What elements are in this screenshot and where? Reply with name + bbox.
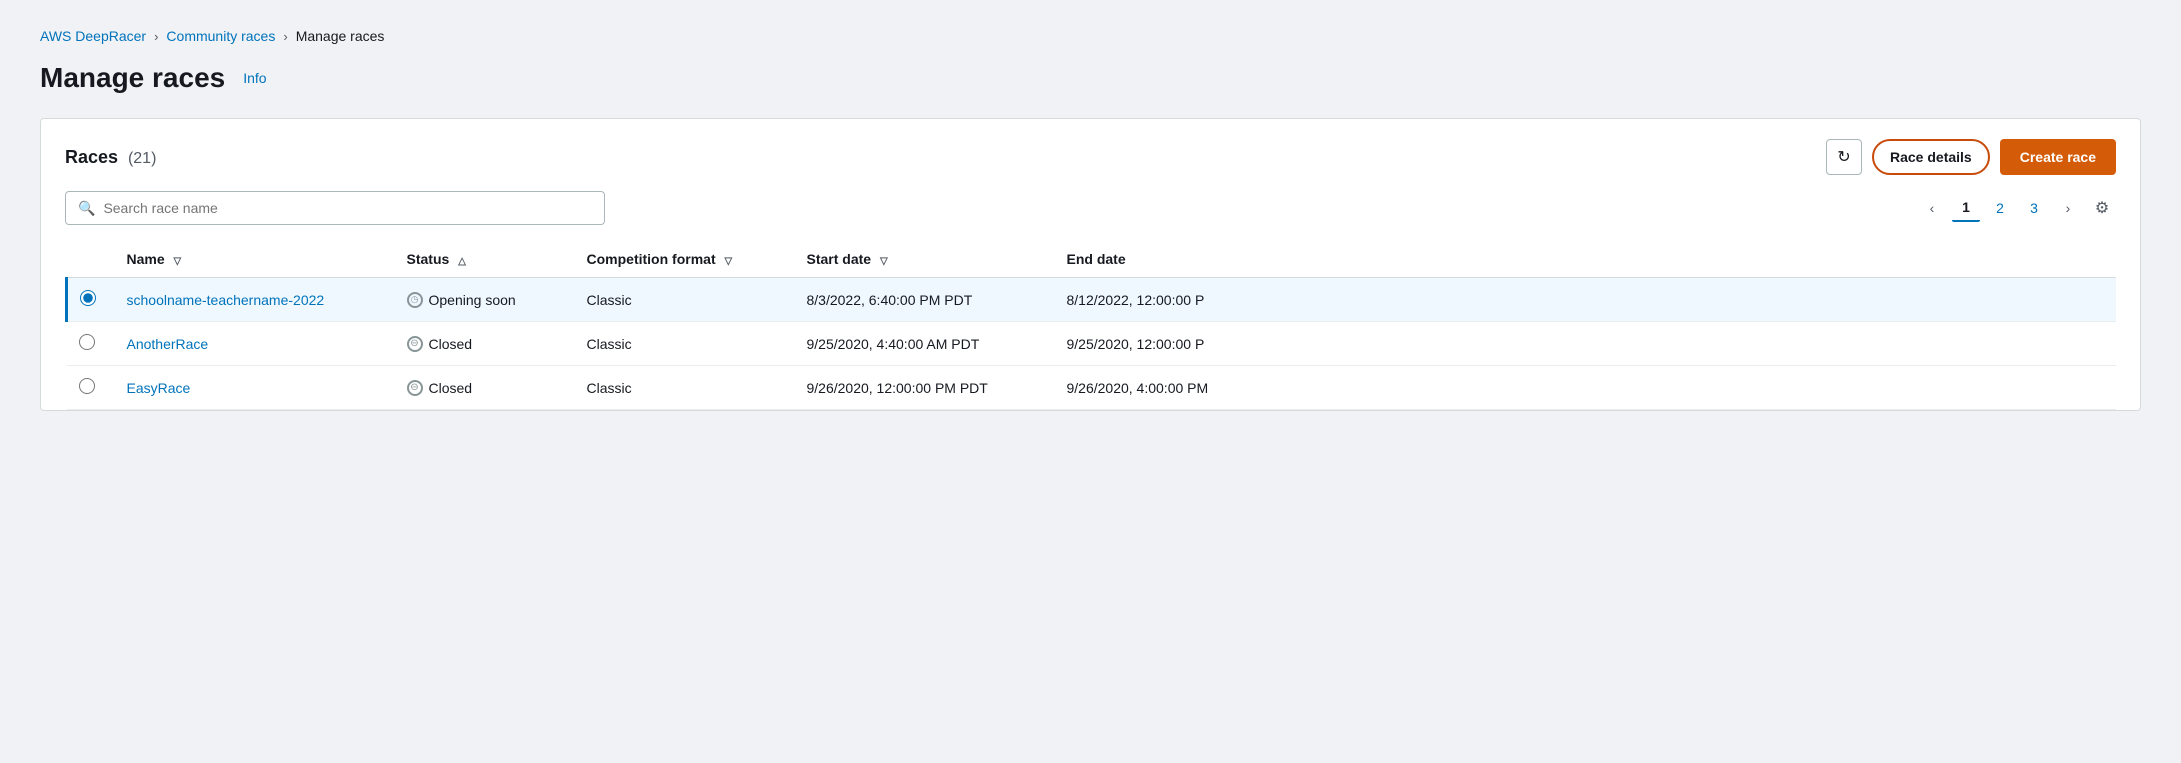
breadcrumb-home[interactable]: AWS DeepRacer — [40, 28, 146, 44]
col-header-start[interactable]: Start date ▽ — [795, 241, 1055, 278]
row2-status-icon: ⊖ — [407, 336, 423, 352]
row1-status-badge: ◷ Opening soon — [407, 292, 563, 308]
row3-name-link[interactable]: EasyRace — [127, 380, 191, 396]
row3-end-cell: 9/26/2020, 4:00:00 PM — [1055, 366, 2117, 410]
row3-radio[interactable] — [79, 378, 95, 394]
panel-toolbar: Races (21) ↻ Race details Create race — [65, 139, 2116, 175]
table-row: EasyRace ⊖ Closed Classic 9/26/2020, 12:… — [67, 366, 2117, 410]
search-icon: 🔍 — [78, 200, 95, 217]
row1-status-cell: ◷ Opening soon — [395, 278, 575, 322]
pagination-page-1[interactable]: 1 — [1952, 194, 1980, 222]
create-race-button[interactable]: Create race — [2000, 139, 2116, 175]
row3-status-text: Closed — [429, 380, 473, 396]
races-heading: Races (21) — [65, 147, 156, 168]
row1-radio[interactable] — [80, 290, 96, 306]
table-header: Name ▽ Status △ Competition format ▽ Sta… — [67, 241, 2117, 278]
pagination-page-2[interactable]: 2 — [1986, 194, 2014, 222]
breadcrumb-sep2: › — [283, 29, 287, 44]
search-row: 🔍 ‹ 1 2 3 › ⚙ — [65, 191, 2116, 225]
row3-format-cell: Classic — [575, 366, 795, 410]
row3-start-cell: 9/26/2020, 12:00:00 PM PDT — [795, 366, 1055, 410]
col-header-format[interactable]: Competition format ▽ — [575, 241, 795, 278]
breadcrumb-section[interactable]: Community races — [166, 28, 275, 44]
col-header-name[interactable]: Name ▽ — [115, 241, 395, 278]
row2-name-cell: AnotherRace — [115, 322, 395, 366]
breadcrumb-current: Manage races — [296, 28, 385, 44]
row2-radio[interactable] — [79, 334, 95, 350]
row2-name-link[interactable]: AnotherRace — [127, 336, 209, 352]
search-box: 🔍 — [65, 191, 605, 225]
races-title: Races — [65, 147, 118, 167]
col-header-status[interactable]: Status △ — [395, 241, 575, 278]
race-details-button[interactable]: Race details — [1872, 139, 1990, 175]
sort-icon-name: ▽ — [174, 256, 182, 267]
row2-start-cell: 9/25/2020, 4:40:00 AM PDT — [795, 322, 1055, 366]
row2-radio-cell — [67, 322, 115, 366]
sort-icon-start: ▽ — [880, 256, 888, 267]
page-title: Manage races — [40, 62, 225, 94]
toolbar-right: ↻ Race details Create race — [1826, 139, 2116, 175]
row2-status-cell: ⊖ Closed — [395, 322, 575, 366]
info-link[interactable]: Info — [243, 70, 266, 86]
row1-end-cell: 8/12/2022, 12:00:00 P — [1055, 278, 2117, 322]
row2-status-badge: ⊖ Closed — [407, 336, 563, 352]
refresh-button[interactable]: ↻ — [1826, 139, 1862, 175]
col-header-end[interactable]: End date — [1055, 241, 2117, 278]
table-row: AnotherRace ⊖ Closed Classic 9/25/2020, … — [67, 322, 2117, 366]
table-settings-button[interactable]: ⚙ — [2088, 194, 2116, 222]
pagination-page-3[interactable]: 3 — [2020, 194, 2048, 222]
row3-radio-cell — [67, 366, 115, 410]
row2-format-cell: Classic — [575, 322, 795, 366]
row3-status-badge: ⊖ Closed — [407, 380, 563, 396]
page-header: Manage races Info — [40, 62, 2141, 94]
page-container: AWS DeepRacer › Community races › Manage… — [0, 0, 2181, 763]
search-input[interactable] — [103, 200, 592, 216]
pagination: ‹ 1 2 3 › ⚙ — [1918, 194, 2116, 222]
row1-status-text: Opening soon — [429, 292, 516, 308]
row3-name-cell: EasyRace — [115, 366, 395, 410]
table-row: schoolname-teachername-2022 ◷ Opening so… — [67, 278, 2117, 322]
row3-status-cell: ⊖ Closed — [395, 366, 575, 410]
col-header-radio — [67, 241, 115, 278]
row1-start-cell: 8/3/2022, 6:40:00 PM PDT — [795, 278, 1055, 322]
row2-end-cell: 9/25/2020, 12:00:00 P — [1055, 322, 2117, 366]
races-count: (21) — [128, 150, 156, 167]
row1-format-cell: Classic — [575, 278, 795, 322]
breadcrumb: AWS DeepRacer › Community races › Manage… — [40, 28, 2141, 44]
data-table: Name ▽ Status △ Competition format ▽ Sta… — [65, 241, 2116, 410]
row1-radio-cell — [67, 278, 115, 322]
content-panel: Races (21) ↻ Race details Create race 🔍 … — [40, 118, 2141, 411]
row3-status-icon: ⊖ — [407, 380, 423, 396]
row2-status-text: Closed — [429, 336, 473, 352]
sort-icon-status: △ — [458, 256, 466, 267]
pagination-next[interactable]: › — [2054, 194, 2082, 222]
row1-name-cell: schoolname-teachername-2022 — [115, 278, 395, 322]
sort-icon-format: ▽ — [725, 256, 733, 267]
row1-name-link[interactable]: schoolname-teachername-2022 — [127, 292, 325, 308]
pagination-prev[interactable]: ‹ — [1918, 194, 1946, 222]
breadcrumb-sep1: › — [154, 29, 158, 44]
table-body: schoolname-teachername-2022 ◷ Opening so… — [67, 278, 2117, 410]
row1-status-icon: ◷ — [407, 292, 423, 308]
